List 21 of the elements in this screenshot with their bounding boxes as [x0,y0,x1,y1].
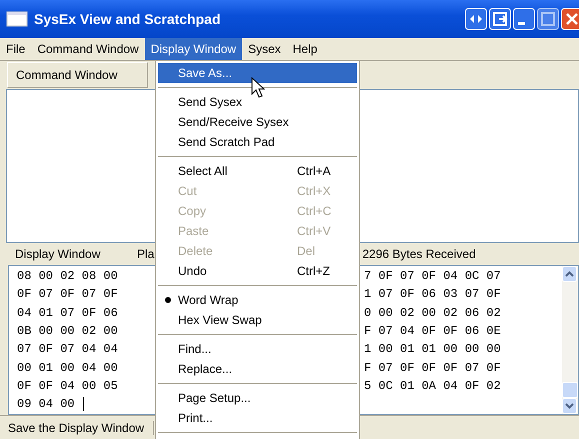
hex-line: 0B 00 00 02 00 [17,324,118,338]
hex-line: 1 00 01 01 00 00 00 [364,342,501,356]
hex-line: 0F 0F 04 00 05 [17,378,118,393]
panel-header: Display Window [15,247,102,261]
hex-line: F 07 0F 0F 0F 07 0F [364,360,501,375]
hex-line: 1 07 0F 06 03 07 0F [364,287,501,302]
hex-line: 08 00 02 08 00 [17,269,118,284]
hex-line: 5 0C 01 0A 04 0F 02 [364,378,501,393]
hex-line: 00 01 00 04 00 [17,360,118,375]
hex-line: 7 0F 07 0F 04 0C 07 [364,269,501,284]
hex-line: 0F 07 0F 07 0F [17,287,118,302]
hex-line: 04 01 07 0F 06 [17,306,118,320]
panel-header: Pla [137,247,154,261]
hex-line: F 07 04 0F 0F 06 0E [364,324,501,338]
panel-header: Command Window [7,62,148,88]
bytes-received-label: 2296 Bytes Received [362,247,476,261]
hex-line: 09 04 00 [17,397,75,412]
window-title: SysEx View and Scratchpad [34,11,222,27]
hex-line: 07 0F 07 04 04 [17,342,118,356]
status-text: Save the Display Window [0,420,154,434]
hex-line: 0 00 02 00 02 06 02 [364,306,501,320]
